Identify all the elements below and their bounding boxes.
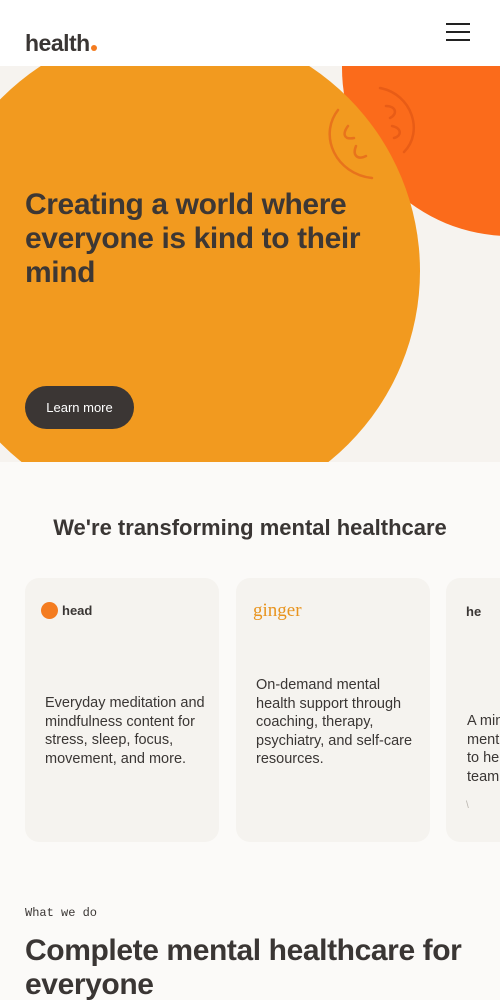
ginger-card[interactable]: ginger On-demand mental health support t… <box>236 578 430 842</box>
ginger-logo: ginger <box>253 600 302 621</box>
headspace-logo: head <box>41 602 92 619</box>
logo-dot <box>90 45 97 51</box>
menu-line <box>446 39 470 41</box>
headspace-logo-text: head <box>62 603 93 618</box>
card-description: Everyday meditation and mindfulness cont… <box>45 695 205 767</box>
section-title: We're transforming mental healthcare <box>53 515 447 540</box>
headspace-dot-icon <box>41 602 58 619</box>
headspace-card[interactable]: head Everyday meditation and mindfulness… <box>25 578 219 842</box>
logo-text: health <box>25 30 90 56</box>
menu-line <box>446 23 470 25</box>
card-mark: \ <box>466 800 469 811</box>
partial-card[interactable]: he A min ment to he team \ <box>446 578 500 842</box>
hamburger-menu-icon[interactable] <box>444 21 472 43</box>
card-description: On-demand mental health support through … <box>256 677 413 768</box>
menu-line <box>446 31 470 33</box>
health-logo[interactable]: health <box>25 30 97 57</box>
learn-more-button[interactable]: Learn more <box>25 386 134 429</box>
hero-title: Creating a world where everyone is kind … <box>25 188 361 289</box>
what-we-do-title: Complete mental healthcare for everyone <box>25 934 462 1000</box>
hero-section: Creating a world where everyone is kind … <box>0 66 500 462</box>
section-eyebrow: What we do <box>25 906 98 920</box>
card-description: A min ment to he team <box>467 713 500 785</box>
site-header: health <box>0 0 500 66</box>
card-logo: he <box>466 604 482 619</box>
